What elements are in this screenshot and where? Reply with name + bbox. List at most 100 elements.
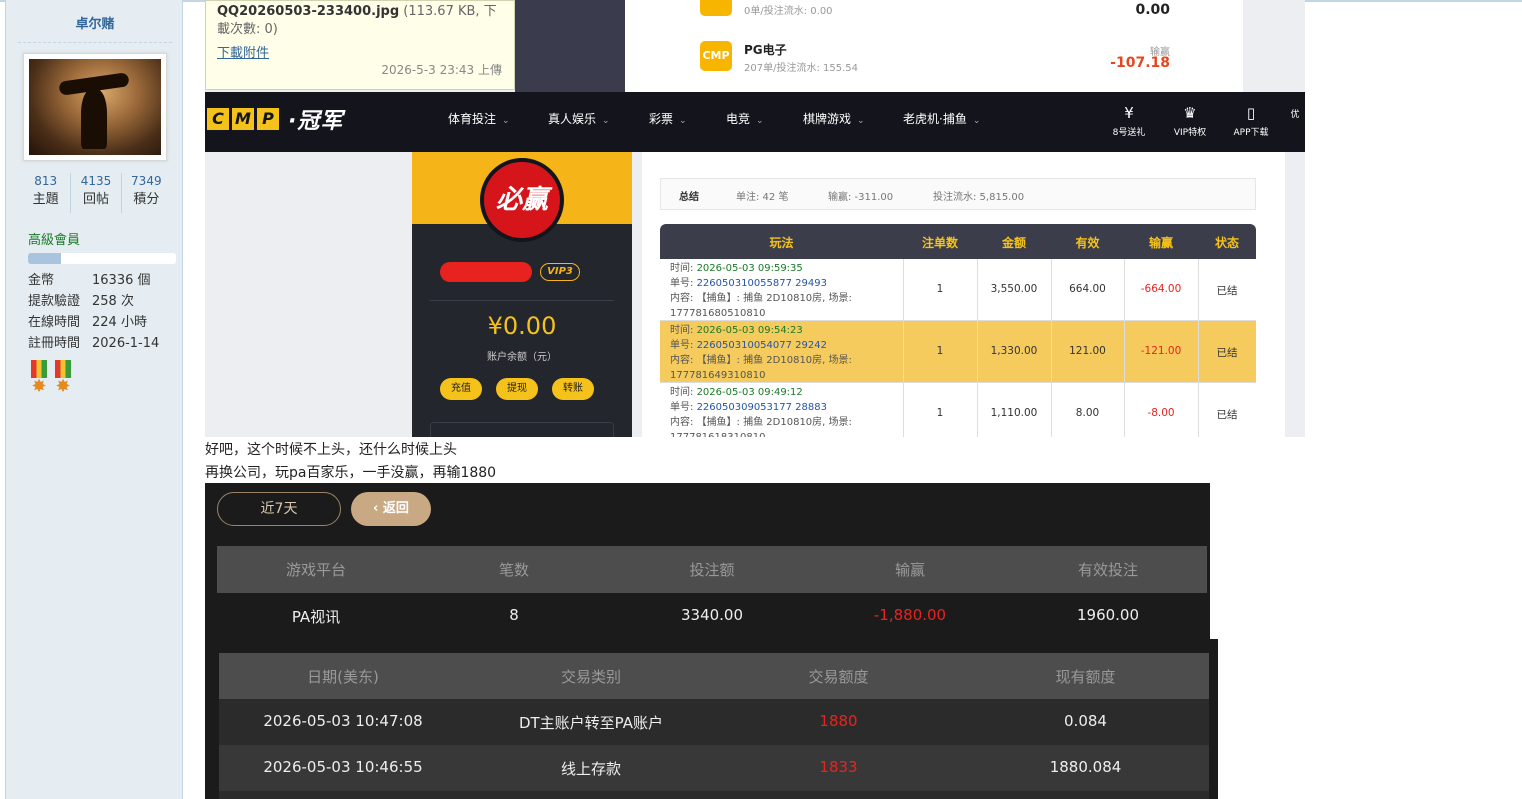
nav-esports[interactable]: 电竞 ⌄ <box>726 110 764 127</box>
info-row-withdrawals: 提款驗證 258 次 <box>28 291 178 312</box>
table-row[interactable]: 2026-05-03 10:47:08 DT主账户转至PA账户 1880 0.0… <box>219 699 1209 745</box>
table-row[interactable]: 2026-05-03 10:46:55 线上存款 1833 1880.084 <box>219 745 1209 791</box>
bet-time: 2026-05-03 09:54:23 <box>696 325 803 336</box>
table-header: 日期(美东) 交易类别 交易额度 现有额度 <box>219 653 1209 699</box>
cell-valid: 664.00 <box>1069 283 1106 295</box>
medals: ✸ ✸ <box>28 360 74 398</box>
info-value: 224 小時 <box>92 315 147 330</box>
bet-details: 时间: 2026-05-03 09:49:12 单号: 226050309053… <box>670 385 900 437</box>
bet-details: 时间: 2026-05-03 09:59:35 单号: 226050310055… <box>670 261 900 321</box>
level-progress-bar <box>28 253 176 264</box>
table-row[interactable]: 时间: 2026-05-03 09:54:23 单号: 226050310054… <box>660 321 1256 383</box>
info-value: 258 次 <box>92 294 134 309</box>
site-logo[interactable]: C M P ·冠军 <box>207 105 343 134</box>
cell-winloss: -664.00 <box>1140 283 1182 295</box>
nav-gift[interactable]: ¥ 8号送礼 <box>1104 104 1154 138</box>
transfer-button[interactable]: 转账 <box>552 378 594 400</box>
bet-number: 226050310054077 29242 <box>696 340 827 351</box>
nav-label: 真人娱乐 <box>548 112 597 126</box>
col-header: 笔数 <box>498 561 529 579</box>
table-row[interactable]: PA视讯 8 3340.00 -1,880.00 1960.00 <box>217 593 1207 639</box>
stat-replies[interactable]: 4135 回帖 <box>70 173 120 213</box>
withdraw-button[interactable]: 提现 <box>496 378 538 400</box>
cell-amount: 1,330.00 <box>990 345 1038 357</box>
info-key: 提款驗證 <box>28 294 81 309</box>
info-row-register-date: 註冊時間 2026-1-14 <box>28 333 178 354</box>
bet-content: 【捕鱼】: 捕鱼 2D10810房, 场景: 177781680510810 <box>670 293 852 319</box>
col-header: 有效投注 <box>1077 561 1138 579</box>
nav-vip[interactable]: ♛ VIP特权 <box>1165 104 1215 138</box>
upload-time: 2026-5-3 23:43 上傳 <box>381 63 502 77</box>
bet-time: 2026-05-03 09:59:35 <box>696 263 803 274</box>
cell-date: 2026-05-03 10:46:55 <box>263 758 423 776</box>
info-key: 在線時間 <box>28 315 81 330</box>
platform-name: PG电子 <box>744 43 787 57</box>
divider <box>18 42 172 43</box>
platform-row: CMP PG电子 207单/投注流水: 155.54 输赢 -107.18 <box>655 33 1215 79</box>
table-row[interactable]: 时间: 2026-05-03 09:59:35 单号: 226050310055… <box>660 259 1256 321</box>
avatar[interactable] <box>23 53 167 161</box>
medal-star-icon: ✸ <box>55 376 71 397</box>
cell-valid: 121.00 <box>1069 345 1106 357</box>
nav-slots-fishing[interactable]: 老虎机·捕鱼 ⌄ <box>903 110 980 127</box>
deposit-button[interactable]: 充值 <box>440 378 482 400</box>
cell-winloss: -8.00 <box>1147 407 1175 419</box>
info-key: 金幣 <box>28 273 55 288</box>
info-key: 註冊時間 <box>28 336 81 351</box>
col-header: 玩法 <box>769 236 794 250</box>
user-group-link[interactable]: 高級會員 <box>28 229 80 248</box>
username-link[interactable]: 卓尔赌 <box>6 13 184 32</box>
bet-number: 226050309053177 28883 <box>696 402 827 413</box>
bet-content: 【捕鱼】: 捕鱼 2D10810房, 场景: 177781618310810 <box>670 417 852 437</box>
stat-topics[interactable]: 813 主題 <box>21 173 70 213</box>
nav-label: 彩票 <box>649 112 674 126</box>
divider <box>430 300 614 301</box>
screenshot-transactions: 日期(美东) 交易类别 交易额度 现有额度 2026-05-03 10:47:0… <box>205 639 1218 799</box>
nav-sports[interactable]: 体育投注 ⌄ <box>448 110 510 127</box>
chevron-down-icon: ⌄ <box>602 116 610 126</box>
user-stats: 813 主題 4135 回帖 7349 積分 <box>21 173 171 213</box>
cell-count: 1 <box>936 345 944 357</box>
chevron-down-icon: ⌄ <box>502 116 510 126</box>
platform-logo-icon: CMP <box>700 41 732 71</box>
cell-amount: 1,110.00 <box>990 407 1038 419</box>
cell-type: 线上存款 <box>560 760 621 778</box>
no-label: 单号: <box>670 340 697 351</box>
info-row-online-time: 在線時間 224 小時 <box>28 312 178 333</box>
cell-bet-amount: 3340.00 <box>680 606 744 624</box>
nav-lottery[interactable]: 彩票 ⌄ <box>649 110 687 127</box>
summary-turnover: 投注流水: 5,815.00 <box>933 192 1025 203</box>
table-header: 玩法 注单数 金额 有效 输赢 状态 <box>660 224 1256 259</box>
stat-points[interactable]: 7349 積分 <box>120 173 171 213</box>
cell-platform: PA视讯 <box>291 608 341 626</box>
period-7days-button[interactable]: 近7天 <box>217 492 341 526</box>
cell-count: 1 <box>936 283 944 295</box>
nav-promo[interactable]: 优 <box>1280 104 1305 120</box>
download-attachment-link[interactable]: 下載附件 <box>217 42 269 61</box>
logo-letter: M <box>232 108 254 130</box>
nav-card-games[interactable]: 棋牌游戏 ⌄ <box>803 110 865 127</box>
summary-total: 总结 <box>679 192 699 203</box>
nav-live-casino[interactable]: 真人娱乐 ⌄ <box>548 110 610 127</box>
medal-icon[interactable]: ✸ <box>52 360 74 398</box>
platform-row: 0单/投注流水: 0.00 0.00 <box>655 0 1215 24</box>
cell-balance: 1880.084 <box>1049 758 1122 776</box>
vip-badge: VIP3 <box>540 263 580 281</box>
platform-sub: 0单/投注流水: 0.00 <box>744 6 833 17</box>
brand-badge: 必赢 <box>480 158 564 242</box>
avatar-image <box>29 59 161 155</box>
medal-icon[interactable]: ✸ <box>28 360 50 398</box>
time-label: 时间: <box>670 387 697 398</box>
back-button[interactable]: ‹ 返回 <box>351 492 431 526</box>
no-label: 单号: <box>670 278 697 289</box>
dark-background <box>515 0 625 92</box>
nav-app-download[interactable]: ▯ APP下载 <box>1226 104 1276 138</box>
col-header: 交易额度 <box>808 668 869 686</box>
profile-menu-item[interactable] <box>430 422 614 437</box>
avatar-figure <box>81 89 107 149</box>
col-header: 金额 <box>1001 236 1026 250</box>
cell-amount: 3,550.00 <box>990 283 1038 295</box>
table-row[interactable]: 时间: 2026-05-03 09:49:12 单号: 226050309053… <box>660 383 1256 437</box>
time-label: 时间: <box>670 325 697 336</box>
redacted-username <box>440 262 532 282</box>
